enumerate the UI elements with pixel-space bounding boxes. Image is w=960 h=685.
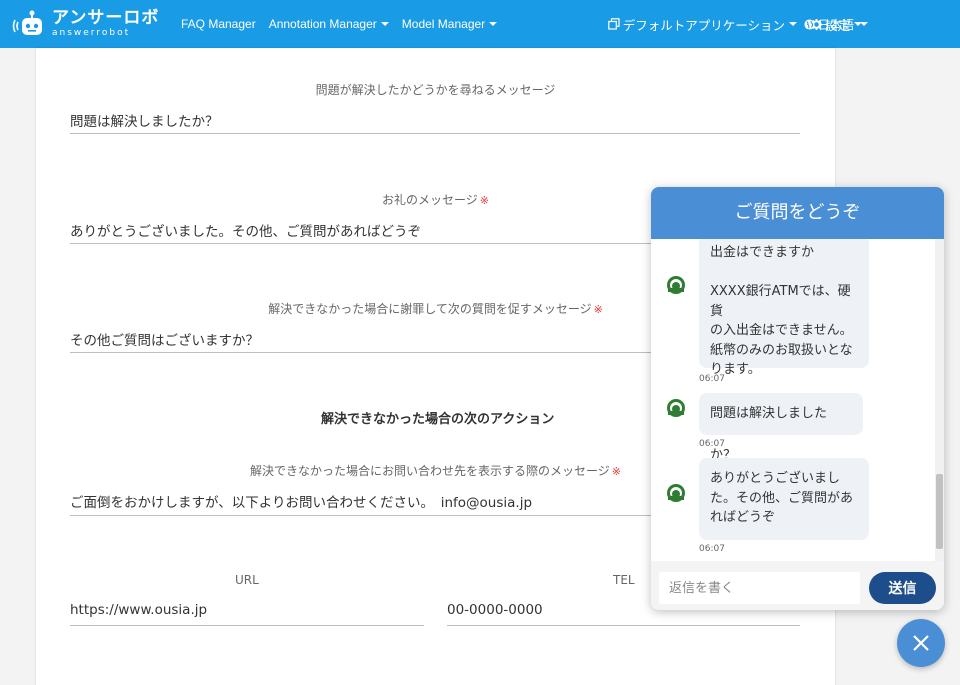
caret-down-icon [860,22,869,26]
studio-ousia-logo-icon [667,276,685,294]
thanks-input[interactable]: ありがとうございました。その他、ご質問があればどうぞ [70,220,421,240]
message-time: 06:07 [699,544,725,554]
resolved-question-input[interactable]: 問題は解決しましたか？ [70,110,219,130]
caret-down-icon [380,22,389,26]
robot-logo-icon [12,10,42,35]
nav-model-manager[interactable]: Model Manager [402,17,498,31]
resolved-question-label: 問題が解決したかどうかを尋ねるメッセージ [315,83,556,97]
next-action-section-title: 解決できなかった場合の次のアクション [321,412,555,427]
tel-input[interactable]: 00-0000-0000 [447,602,543,618]
chat-widget: ご質問をどうぞ 出金はできますか XXXX銀行ATMでは、硬貨 の入出金はできま… [651,187,944,610]
apology-input[interactable]: その他ご質問はございますか？ [70,329,259,349]
chat-reply-input[interactable] [659,572,860,604]
globe-icon [804,18,815,30]
chat-header-title: ご質問をどうぞ [651,187,944,239]
nav-language-selector[interactable]: 日本語 [804,0,869,48]
chat-bubble: 出金はできますか XXXX銀行ATMでは、硬貨 の入出金はできません。 紙幣のみ… [699,239,869,377]
studio-ousia-logo-icon [667,399,685,417]
input-underline [70,133,800,134]
studio-ousia-avatar [659,395,693,429]
caret-down-icon [489,22,498,26]
studio-ousia-avatar [659,272,693,306]
send-button[interactable]: 送信 [869,572,936,604]
close-chat-button[interactable] [897,619,945,667]
url-label: URL [235,573,259,587]
nav-application-selector[interactable]: デフォルトアプリケーション [607,15,797,34]
chat-scrollbar-thumb[interactable] [936,474,943,549]
chat-input-area: 送信 [651,561,944,610]
url-input[interactable]: https://www.ousia.jp [70,602,207,618]
chat-bubble: 問題は解決しましたか？ [699,393,863,463]
tel-label: TEL [613,573,635,587]
brand-name: アンサーロボ [52,8,160,28]
message-time: 06:07 [699,439,725,449]
nav-faq-manager[interactable]: FAQ Manager [181,17,256,31]
close-icon [913,635,929,651]
chat-message-list[interactable]: 出金はできますか XXXX銀行ATMでは、硬貨 の入出金はできません。 紙幣のみ… [651,239,944,561]
caret-down-icon [788,22,797,26]
input-underline [70,625,424,626]
input-underline [447,625,800,626]
contact-message-input[interactable]: ご面倒をおかけしますが、以下よりお問い合わせください。 info@ousia.j… [70,491,532,511]
chat-bubble: ありがとうございまし た。その他、ご質問があ ればどうぞ [699,458,869,540]
brand-logo[interactable]: アンサーロボ answerrobot [12,6,159,42]
message-time: 06:07 [699,374,725,384]
nav-annotation-manager[interactable]: Annotation Manager [269,17,389,31]
copy-icon [607,18,620,30]
top-navbar: アンサーロボ answerrobot FAQ Manager Annotatio… [0,0,960,48]
brand-subname: answerrobot [52,28,131,38]
studio-ousia-avatar [659,480,693,514]
studio-ousia-logo-icon [667,484,685,502]
